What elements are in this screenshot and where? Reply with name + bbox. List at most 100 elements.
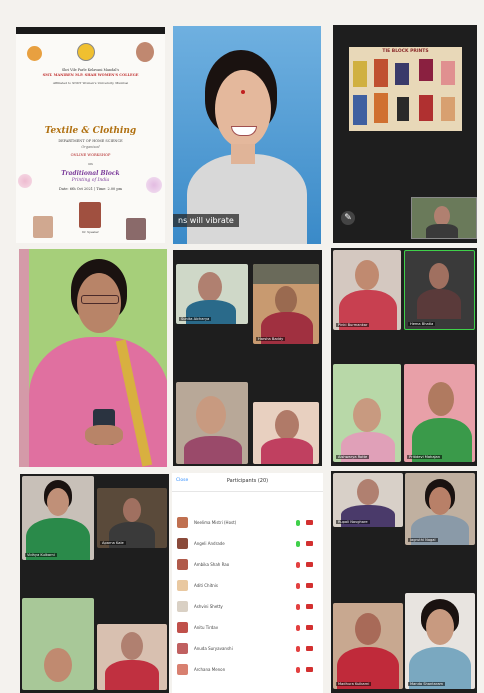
video-tile-3[interactable]: [176, 382, 248, 464]
pink-wall-strip: [19, 249, 29, 467]
participant-name: Angeli Andrade: [194, 541, 225, 546]
speaker-neck: [231, 144, 255, 164]
shared-screen: TIE BLOCK PRINTS: [349, 47, 462, 131]
participant-name: Aditi Chitnis: [194, 583, 219, 588]
mic-icon: [296, 666, 300, 673]
tile-name-label: Madhura Kulkarni: [336, 682, 372, 686]
video-tile-3[interactable]: Madhura Kulkarni: [333, 603, 403, 689]
flower-decoration-right: [146, 177, 162, 193]
participant-name: Archana Menon: [194, 667, 226, 672]
self-view-thumbnail[interactable]: [411, 197, 477, 239]
tile-body: [184, 436, 242, 464]
video-tile-4[interactable]: [97, 624, 167, 690]
participant-avatar: [177, 517, 188, 528]
speaker-face: [215, 70, 271, 148]
video-tile-1[interactable]: Vidhya Kulkarni: [22, 476, 94, 560]
mic-icon: [296, 540, 300, 547]
participant-row[interactable]: Ambika Shah Rao: [174, 555, 321, 574]
video-tile-3[interactable]: [22, 598, 94, 690]
participant-row[interactable]: Archana Menon: [174, 660, 321, 679]
speaker-photo-top: [136, 42, 154, 62]
participant-avatar: [177, 580, 188, 591]
participant-row[interactable]: Angeli Andrade: [174, 534, 321, 553]
print-sample-7: [374, 93, 388, 123]
video-tile-4[interactable]: Manda Shantaram: [405, 593, 475, 689]
video-tile-1[interactable]: Rupali Navghare: [333, 473, 403, 527]
tile-name-label: Aishwarya Rotte: [336, 455, 370, 459]
tile-name-label: Aparna Kale: [100, 541, 126, 545]
participant-avatar: [177, 643, 188, 654]
poster-line-1: Shri Vile Parle Kelavani Mandal's: [61, 68, 120, 72]
tile-name-label: Pritidevi Mahajan: [407, 455, 443, 459]
participant-avatar: [177, 559, 188, 570]
tile-body: [261, 438, 313, 464]
participant-row[interactable]: Neelima Mistri (Host): [174, 513, 321, 532]
poster-date: Date: 6th Oct 2021 | Time: 2.00 pm: [59, 187, 122, 191]
poster-title: Textile & Clothing: [44, 126, 137, 136]
camera-icon: [306, 541, 313, 546]
print-sample-10: [441, 97, 455, 121]
video-tile-2[interactable]: Aparna Kale: [97, 488, 167, 548]
tile-face: [428, 382, 454, 416]
gallery-view-3: Pinki Burmankar Hema Bhatia Aishwarya Ro…: [331, 248, 477, 466]
camera-icon: [306, 646, 313, 651]
poster-subject-2: Printing of India: [71, 178, 110, 183]
pen-icon[interactable]: ✎: [341, 211, 355, 225]
tile-name-label: Jagruthi Nagal: [408, 538, 438, 542]
print-sample-9: [419, 95, 433, 121]
self-view-body: [426, 224, 458, 238]
tile-name-label: Hema Bhatia: [408, 322, 436, 326]
tile-face: [429, 263, 449, 289]
poster-line-3: Affiliated to SNDT Women's University, M…: [52, 81, 129, 85]
gallery-view-4: Vidhya Kulkarni Aparna Kale: [20, 474, 169, 693]
participants-title: Participants (20): [226, 478, 269, 484]
video-tile-2-active[interactable]: Hema Bhatia: [404, 250, 475, 330]
camera-icon: [306, 583, 313, 588]
speaker-photo-3: [126, 218, 146, 240]
video-tile-4[interactable]: Pritidevi Mahajan: [404, 364, 475, 462]
mic-icon: [296, 582, 300, 589]
video-tile-4[interactable]: [253, 402, 319, 464]
print-sample-2: [374, 59, 388, 87]
tile-face: [426, 609, 454, 645]
tile-face: [275, 410, 299, 440]
speaker-shoulders: [187, 154, 307, 244]
video-tile-2[interactable]: Jagruthi Nagal: [405, 473, 475, 545]
participant-row[interactable]: Anuda Suryavanshi: [174, 639, 321, 658]
flower-decoration-left: [18, 174, 32, 188]
event-poster: Shri Vile Parle Kelavani Mandal's SMT. M…: [16, 27, 165, 243]
tile-face: [355, 613, 381, 645]
participant-video-large: [19, 249, 167, 467]
participant-row[interactable]: Aditi Chitnis: [174, 576, 321, 595]
participant-row[interactable]: Ashvini Shetty: [174, 597, 321, 616]
tile-face: [357, 479, 379, 505]
participant-name: Ashvini Shetty: [194, 604, 223, 609]
tile-face: [44, 648, 72, 682]
tile-body: [417, 289, 461, 319]
video-tile-2[interactable]: Harsha Baddy: [253, 264, 319, 344]
participant-name: Neelima Mistri (Host): [194, 520, 237, 525]
print-sample-6: [353, 95, 367, 125]
mic-icon: [296, 603, 300, 610]
video-tile-1[interactable]: Pinki Burmankar: [333, 250, 401, 330]
tile-face: [123, 498, 141, 522]
mic-icon: [296, 519, 300, 526]
participant-name: Ambika Shah Rao: [194, 562, 230, 567]
poster-dept: DEPARTMENT OF HOME SCIENCE: [58, 139, 123, 143]
tile-face: [355, 260, 379, 290]
participant-row[interactable]: Anitu Tirdav: [174, 618, 321, 637]
poster-organises: Organised: [81, 145, 100, 149]
print-sample-5: [441, 61, 455, 85]
video-tile-1[interactable]: Sunita Aicharya: [176, 264, 248, 324]
mic-icon: [296, 561, 300, 568]
camera-icon: [306, 667, 313, 672]
shared-screen-heading: TIE BLOCK PRINTS: [382, 49, 429, 54]
window-frame: [253, 264, 319, 284]
subtitle-caption: ns will vibrate: [173, 214, 239, 227]
tile-face: [429, 487, 451, 515]
participant-avatar: [177, 622, 188, 633]
mic-icon: [296, 624, 300, 631]
speaker-photo-1: [33, 216, 53, 238]
tile-name-label: Sunita Aicharya: [179, 317, 212, 321]
video-tile-3[interactable]: Aishwarya Rotte: [333, 364, 401, 462]
